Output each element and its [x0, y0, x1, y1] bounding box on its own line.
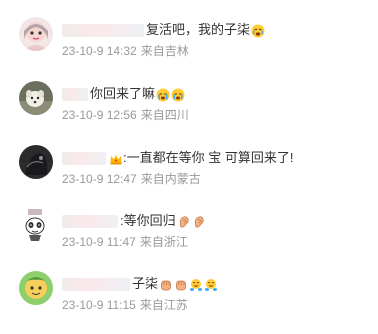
fist-emoji-icon	[161, 280, 171, 290]
comment-date: 23-10-9 12:47	[62, 172, 137, 186]
comment-location: 来自内蒙古	[140, 172, 201, 186]
comment-text-line: 复活吧，我的子柒	[62, 21, 265, 39]
comment-location: 来自浙江	[139, 235, 188, 249]
comment-item: 子柒 23-10-9 11:15 来自江苏	[0, 271, 378, 333]
cartoon-girl-avatar-icon	[19, 17, 53, 51]
comment-meta: 23-10-9 11:47 来自浙江	[62, 234, 188, 250]
comment-location: 来自四川	[140, 108, 189, 122]
cartoon-character-avatar-icon	[19, 271, 53, 305]
sobbing-face-emoji-icon	[156, 88, 170, 102]
crying-laughing-emoji-icon	[205, 278, 218, 291]
avatar[interactable]	[19, 271, 53, 305]
avatar[interactable]	[19, 208, 53, 242]
comment-meta: 23-10-9 11:15 来自江苏	[62, 297, 188, 313]
crying-face-emoji-icon	[251, 24, 265, 38]
comment-text-line: :一直都在等你 宝 可算回来了!	[62, 149, 293, 167]
avatar[interactable]	[19, 81, 53, 115]
blurred-username	[62, 278, 130, 292]
blurred-username	[62, 88, 88, 102]
blurred-username	[62, 24, 144, 38]
ear-emoji-icon	[194, 215, 204, 227]
sobbing-face-emoji-icon	[171, 88, 185, 102]
avatar[interactable]	[19, 17, 53, 51]
comment-text-line: :等你回归	[62, 212, 206, 230]
comment-text-line: 你回来了嘛	[62, 85, 185, 103]
comment-meta: 23-10-9 12:56 来自四川	[62, 107, 189, 123]
dog-photo-avatar-icon	[19, 81, 53, 115]
comment-text: 复活吧，我的子柒	[146, 22, 251, 37]
comment-item: :等你回归 23-10-9 11:47 来自浙江	[0, 208, 378, 270]
blurred-username	[62, 215, 118, 229]
comment-meta: 23-10-9 12:47 来自内蒙古	[62, 171, 201, 187]
comment-item: :一直都在等你 宝 可算回来了! 23-10-9 12:47 来自内蒙古	[0, 145, 378, 207]
crown-emoji-icon	[110, 154, 122, 165]
comment-text: 子柒	[132, 276, 159, 291]
avatar[interactable]	[19, 145, 53, 179]
fist-emoji-icon	[176, 280, 186, 290]
comment-date: 23-10-9 11:47	[62, 235, 136, 249]
comment-text: :一直都在等你 宝 可算回来了!	[123, 150, 294, 165]
comment-date: 23-10-9 11:15	[62, 298, 136, 312]
comment-date: 23-10-9 12:56	[62, 108, 137, 122]
comment-text-line: 子柒	[62, 275, 218, 293]
comment-text: 你回来了嘛	[90, 86, 156, 101]
blurred-username	[62, 152, 106, 166]
comment-location: 来自吉林	[140, 44, 189, 58]
comment-meta: 23-10-9 14:32 来自吉林	[62, 43, 189, 59]
ear-emoji-icon	[179, 215, 189, 227]
comment-list: 复活吧，我的子柒 23-10-9 14:32 来自吉林 你回来了嘛 23-10-…	[0, 0, 378, 334]
comment-date: 23-10-9 14:32	[62, 44, 137, 58]
dark-photo-avatar-icon	[19, 145, 53, 179]
comment-text: :等你回归	[120, 213, 176, 228]
panda-sketch-avatar-icon	[19, 208, 53, 242]
comment-item: 复活吧，我的子柒 23-10-9 14:32 来自吉林	[0, 17, 378, 79]
crying-laughing-emoji-icon	[190, 278, 203, 291]
comment-item: 你回来了嘛 23-10-9 12:56 来自四川	[0, 81, 378, 143]
comment-location: 来自江苏	[139, 298, 188, 312]
